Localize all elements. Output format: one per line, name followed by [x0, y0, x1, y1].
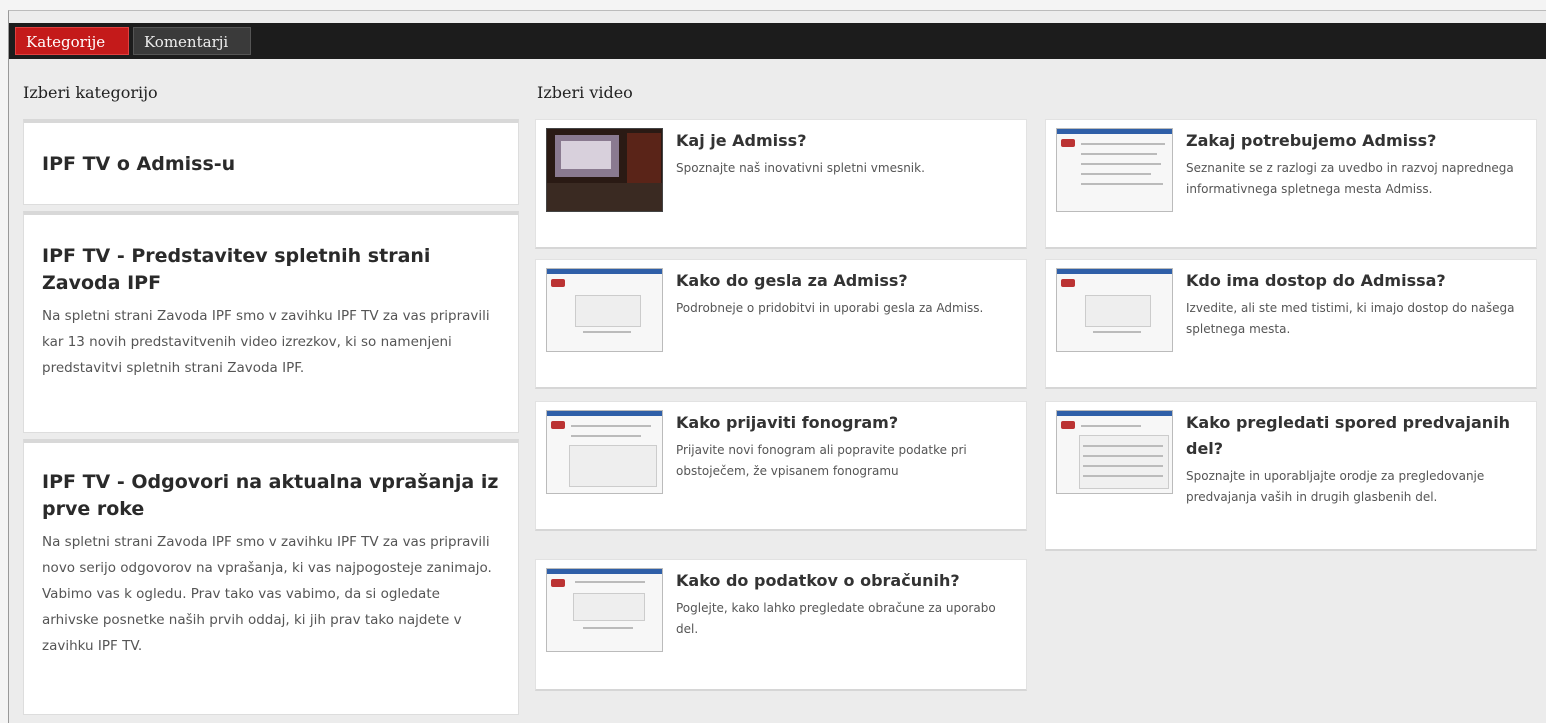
video-title: Kako do podatkov o obračunih? [676, 571, 960, 590]
video-description: Prijavite novi fonogram ali popravite po… [676, 443, 967, 478]
app-frame: Kategorije Komentarji Izberi kategorijo … [8, 10, 1546, 723]
video-thumbnail [546, 268, 663, 352]
video-card[interactable]: Kdo ima dostop do Admissa? Izvedite, ali… [1045, 259, 1537, 389]
category-section-title: Izberi kategorijo [23, 83, 158, 102]
video-title: Zakaj potrebujemo Admiss? [1186, 131, 1437, 150]
video-title: Kako do gesla za Admiss? [676, 271, 908, 290]
video-thumbnail [1056, 128, 1173, 212]
category-title: IPF TV o Admiss-u [42, 153, 236, 175]
category-title: IPF TV - Predstavitev spletnih strani Za… [42, 245, 431, 294]
category-card[interactable]: IPF TV - Odgovori na aktualna vprašanja … [23, 439, 519, 715]
video-thumbnail [1056, 268, 1173, 352]
video-title: Kdo ima dostop do Admissa? [1186, 271, 1446, 290]
video-card[interactable]: Kako do gesla za Admiss? Podrobneje o pr… [535, 259, 1027, 389]
category-description: Na spletni strani Zavoda IPF smo v zavih… [42, 534, 492, 654]
video-title: Kako prijaviti fonogram? [676, 413, 899, 432]
video-thumbnail [546, 128, 663, 212]
tab-kategorije[interactable]: Kategorije [15, 27, 129, 55]
category-card[interactable]: IPF TV - Predstavitev spletnih strani Za… [23, 211, 519, 433]
video-thumbnail [546, 410, 663, 494]
video-thumbnail [1056, 410, 1173, 494]
category-description: Na spletni strani Zavoda IPF smo v zavih… [42, 308, 490, 376]
video-description: Poglejte, kako lahko pregledate obračune… [676, 601, 996, 636]
video-title: Kaj je Admiss? [676, 131, 807, 150]
video-card[interactable]: Kaj je Admiss? Spoznajte naš inovativni … [535, 119, 1027, 249]
video-thumbnail [546, 568, 663, 652]
category-card[interactable]: IPF TV o Admiss-u [23, 119, 519, 205]
video-card[interactable]: Kako pregledati spored predvajanih del? … [1045, 401, 1537, 551]
video-card[interactable]: Kako prijaviti fonogram? Prijavite novi … [535, 401, 1027, 531]
video-card[interactable]: Kako do podatkov o obračunih? Poglejte, … [535, 559, 1027, 691]
video-description: Izvedite, ali ste med tistimi, ki imajo … [1186, 301, 1515, 336]
video-description: Spoznajte naš inovativni spletni vmesnik… [676, 161, 925, 175]
video-title: Kako pregledati spored predvajanih del? [1186, 413, 1511, 458]
video-description: Podrobneje o pridobitvi in uporabi gesla… [676, 301, 984, 315]
video-card[interactable]: Zakaj potrebujemo Admiss? Seznanite se z… [1045, 119, 1537, 249]
video-description: Seznanite se z razlogi za uvedbo in razv… [1186, 161, 1514, 196]
video-description: Spoznajte in uporabljajte orodje za preg… [1186, 469, 1485, 504]
tab-komentarji[interactable]: Komentarji [133, 27, 251, 55]
category-title: IPF TV - Odgovori na aktualna vprašanja … [42, 471, 499, 520]
video-section-title: Izberi video [537, 83, 633, 102]
